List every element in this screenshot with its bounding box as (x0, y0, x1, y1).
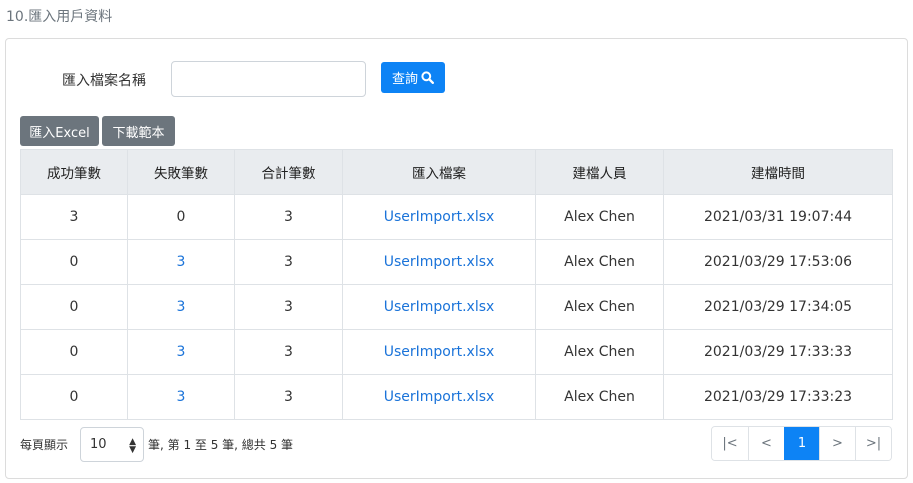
created-time: 2021/03/29 17:33:33 (663, 329, 893, 375)
created-time: 2021/03/29 17:34:05 (663, 284, 893, 330)
fail-count: 0 (127, 194, 235, 240)
total-count: 3 (234, 239, 343, 285)
table-row: 3 0 3 UserImport.xlsx Alex Chen 2021/03/… (20, 194, 893, 240)
creator: Alex Chen (535, 374, 664, 420)
import-excel-button[interactable]: 匯入Excel (20, 116, 99, 146)
page-title: 10.匯入用戶資料 (6, 9, 113, 25)
fail-count-link[interactable]: 3 (177, 299, 186, 315)
success-count: 0 (20, 239, 128, 285)
download-template-button[interactable]: 下載範本 (102, 116, 175, 146)
import-file-link[interactable]: UserImport.xlsx (384, 389, 495, 405)
import-file-link[interactable]: UserImport.xlsx (384, 299, 495, 315)
page-1-button[interactable]: 1 (784, 427, 819, 460)
creator: Alex Chen (535, 329, 664, 375)
table-row: 0 3 3 UserImport.xlsx Alex Chen 2021/03/… (20, 374, 893, 420)
column-header-success[interactable]: 成功筆數 (20, 149, 128, 195)
column-header-total[interactable]: 合計筆數 (234, 149, 343, 195)
last-page-button[interactable]: >| (855, 427, 891, 460)
column-header-fail[interactable]: 失敗筆數 (127, 149, 235, 195)
previous-page-button[interactable]: < (748, 427, 784, 460)
next-page-button[interactable]: > (819, 427, 855, 460)
created-time: 2021/03/29 17:33:23 (663, 374, 893, 420)
query-button[interactable]: 查詢 (381, 62, 445, 93)
import-file-link[interactable]: UserImport.xlsx (384, 209, 495, 225)
success-count: 0 (20, 374, 128, 420)
column-header-file[interactable]: 匯入檔案 (342, 149, 536, 195)
total-count: 3 (234, 329, 343, 375)
sort-arrows-icon: ▲ ▼ (129, 437, 136, 455)
column-header-time[interactable]: 建檔時間 (663, 149, 893, 195)
created-time: 2021/03/31 19:07:44 (663, 194, 893, 240)
total-count: 3 (234, 194, 343, 240)
total-count: 3 (234, 374, 343, 420)
page-size-value: 10 (90, 437, 107, 452)
fail-count-link[interactable]: 3 (177, 389, 186, 405)
per-page-label: 每頁顯示 (20, 438, 69, 452)
records-summary: 筆, 第 1 至 5 筆, 總共 5 筆 (148, 438, 294, 452)
column-header-creator[interactable]: 建檔人員 (535, 149, 664, 195)
import-records-table: 成功筆數 失敗筆數 合計筆數 匯入檔案 建檔人員 建檔時間 3 0 3 User… (20, 149, 893, 420)
fail-count-link[interactable]: 3 (177, 254, 186, 270)
success-count: 0 (20, 329, 128, 375)
fail-count-link[interactable]: 3 (177, 344, 186, 360)
query-button-label: 查詢 (391, 72, 418, 87)
created-time: 2021/03/29 17:53:06 (663, 239, 893, 285)
table-row: 0 3 3 UserImport.xlsx Alex Chen 2021/03/… (20, 284, 893, 330)
total-count: 3 (234, 284, 343, 330)
creator: Alex Chen (535, 284, 664, 330)
first-page-button[interactable]: |< (712, 427, 748, 460)
pagination: |< < 1 > >| (711, 426, 892, 461)
search-icon (421, 71, 434, 84)
import-filename-input[interactable] (171, 61, 366, 97)
import-file-link[interactable]: UserImport.xlsx (384, 344, 495, 360)
search-label: 匯入檔案名稱 (62, 73, 146, 89)
table-row: 0 3 3 UserImport.xlsx Alex Chen 2021/03/… (20, 329, 893, 375)
creator: Alex Chen (535, 194, 664, 240)
page-size-select[interactable]: 10 ▲ ▼ (80, 427, 144, 462)
import-file-link[interactable]: UserImport.xlsx (384, 254, 495, 270)
table-header-row: 成功筆數 失敗筆數 合計筆數 匯入檔案 建檔人員 建檔時間 (20, 149, 893, 195)
table-row: 0 3 3 UserImport.xlsx Alex Chen 2021/03/… (20, 239, 893, 285)
success-count: 3 (20, 194, 128, 240)
creator: Alex Chen (535, 239, 664, 285)
success-count: 0 (20, 284, 128, 330)
